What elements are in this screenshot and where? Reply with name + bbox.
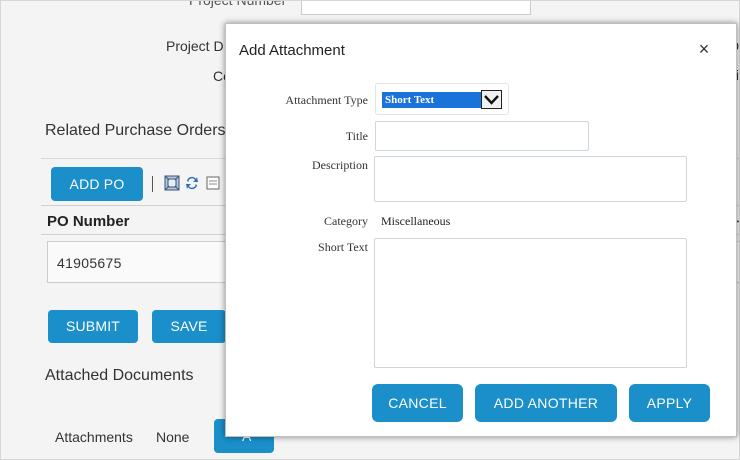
attachments-value: None (156, 429, 190, 445)
po-number-column-header: PO Number (47, 213, 130, 230)
submit-button[interactable]: SUBMIT (48, 310, 138, 343)
project-description-label: Project D (166, 38, 224, 54)
attached-documents-title: Attached Documents (45, 367, 194, 384)
add-another-button[interactable]: ADD ANOTHER (475, 384, 617, 422)
save-button[interactable]: SAVE (152, 310, 226, 343)
export-icon[interactable] (205, 175, 221, 191)
toolbar-separator (152, 176, 153, 192)
category-label: Category (324, 214, 368, 228)
title-label: Title (345, 129, 368, 143)
title-field[interactable] (375, 121, 589, 151)
apply-button[interactable]: APPLY (629, 384, 710, 422)
add-po-button[interactable]: ADD PO (51, 167, 143, 201)
add-attachment-dialog: Add Attachment × Attachment Type Short T… (225, 23, 737, 437)
grid-settings-icon[interactable] (164, 175, 180, 191)
project-number-field[interactable] (301, 1, 531, 15)
project-number-label: Project Number (189, 0, 287, 8)
attachments-label: Attachments (55, 429, 133, 445)
po-number-cell: 41905675 (57, 255, 122, 271)
dialog-title: Add Attachment (239, 42, 345, 59)
short-text-field[interactable] (374, 238, 687, 368)
attachment-type-value: Short Text (382, 92, 482, 108)
refresh-icon[interactable] (184, 175, 200, 191)
attachment-type-select[interactable]: Short Text (375, 83, 509, 115)
cancel-button[interactable]: CANCEL (372, 384, 463, 422)
description-label: Description (312, 158, 368, 172)
category-value: Miscellaneous (381, 214, 451, 228)
close-icon[interactable]: × (696, 40, 712, 58)
attachment-type-label: Attachment Type (285, 93, 368, 107)
short-text-label: Short Text (318, 240, 368, 254)
chevron-down-icon[interactable] (481, 90, 502, 109)
description-field[interactable] (374, 156, 687, 202)
related-po-title: Related Purchase Orders (45, 122, 226, 139)
